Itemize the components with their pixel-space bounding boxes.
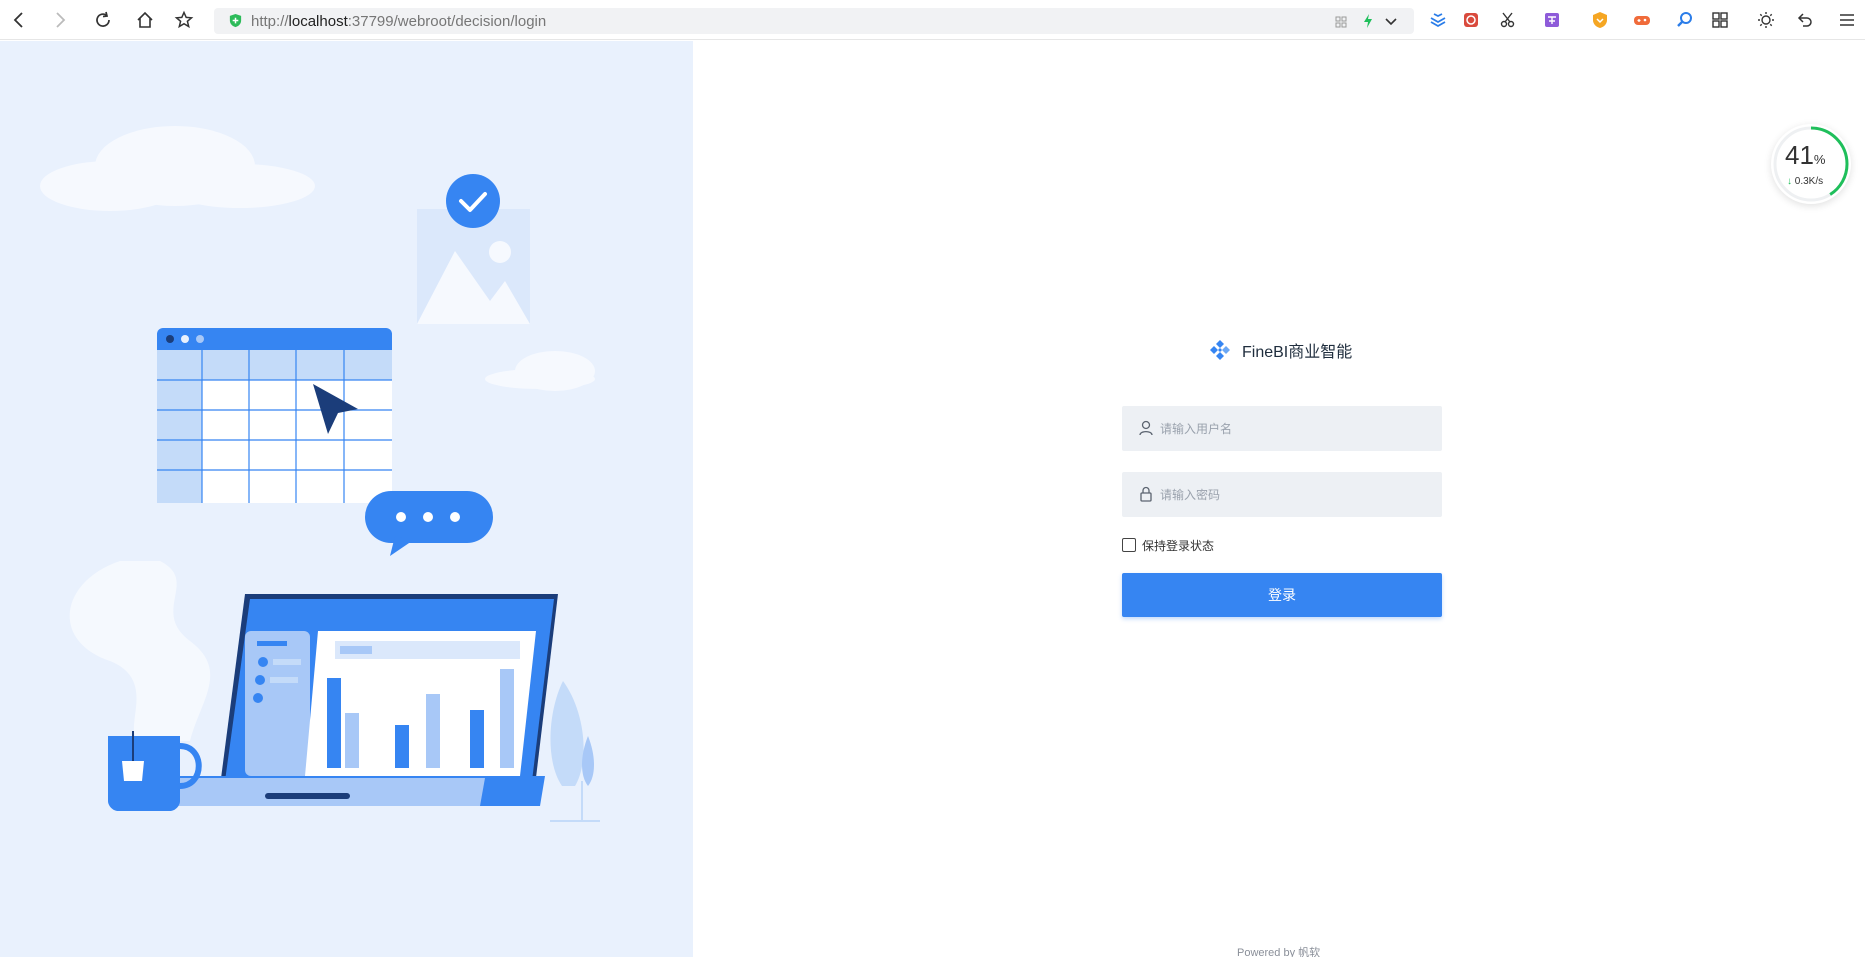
password-field[interactable] <box>1122 472 1442 517</box>
user-icon <box>1139 420 1153 436</box>
record-extension-icon[interactable] <box>1459 8 1483 32</box>
lock-icon <box>1140 486 1152 502</box>
address-bar[interactable]: http://localhost:37799/webroot/decision/… <box>214 8 1414 34</box>
shield-extension-icon[interactable] <box>1588 8 1612 32</box>
chat-bubble-illustration <box>365 491 493 556</box>
remember-login[interactable]: 保持登录状态 <box>1122 536 1214 554</box>
game-extension-icon[interactable] <box>1630 8 1654 32</box>
grid-apps-icon[interactable] <box>1708 8 1732 32</box>
remember-label: 保持登录状态 <box>1142 538 1215 553</box>
browser-toolbar: http://localhost:37799/webroot/decision/… <box>0 0 1865 40</box>
star-icon[interactable] <box>172 8 196 32</box>
cloud-left-illustration <box>40 126 315 211</box>
brand-header: FineBI商业智能 <box>1208 338 1352 362</box>
chevron-down-icon[interactable] <box>1384 13 1398 29</box>
layers-extension-icon[interactable] <box>1426 8 1450 32</box>
cloud-right-illustration <box>485 351 595 391</box>
tree-illustration <box>550 681 600 822</box>
qr-code-icon[interactable] <box>1335 13 1347 29</box>
lightning-icon[interactable] <box>1362 13 1374 29</box>
secure-shield-icon <box>229 13 242 28</box>
home-icon[interactable] <box>133 8 157 32</box>
brightness-icon[interactable] <box>1754 8 1778 32</box>
download-arrow-icon: ↓ <box>1787 176 1792 187</box>
finebi-logo-icon <box>1210 340 1230 360</box>
brand-name: FineBI商业智能 <box>1242 344 1353 361</box>
forward-arrow-icon[interactable] <box>48 8 72 32</box>
reload-icon[interactable] <box>91 8 115 32</box>
login-illustration <box>40 126 600 822</box>
powered-by-footer: Powered by 帆软 <box>1237 947 1321 957</box>
speed-rate: ↓ 0.3K/s <box>1787 176 1824 187</box>
steam-illustration <box>69 561 211 741</box>
remember-checkbox[interactable] <box>1122 538 1136 552</box>
username-field[interactable] <box>1122 406 1442 451</box>
network-speed-widget[interactable]: 41% ↓ 0.3K/s <box>1771 124 1851 204</box>
image-card-illustration <box>417 174 530 324</box>
search-extension-icon[interactable] <box>1673 8 1697 32</box>
spreadsheet-illustration <box>157 328 392 503</box>
password-input[interactable] <box>1160 472 1430 517</box>
url-text[interactable]: http://localhost:37799/webroot/decision/… <box>251 13 546 30</box>
translate-extension-icon[interactable] <box>1540 8 1564 32</box>
illustration-panel <box>0 41 693 957</box>
scissors-icon[interactable] <box>1496 8 1520 32</box>
username-input[interactable] <box>1160 406 1430 451</box>
speed-percent: 41% <box>1785 140 1826 170</box>
back-arrow-icon[interactable] <box>7 8 31 32</box>
undo-icon[interactable] <box>1793 8 1817 32</box>
menu-icon[interactable] <box>1835 8 1859 32</box>
login-button[interactable]: 登录 <box>1122 573 1442 617</box>
